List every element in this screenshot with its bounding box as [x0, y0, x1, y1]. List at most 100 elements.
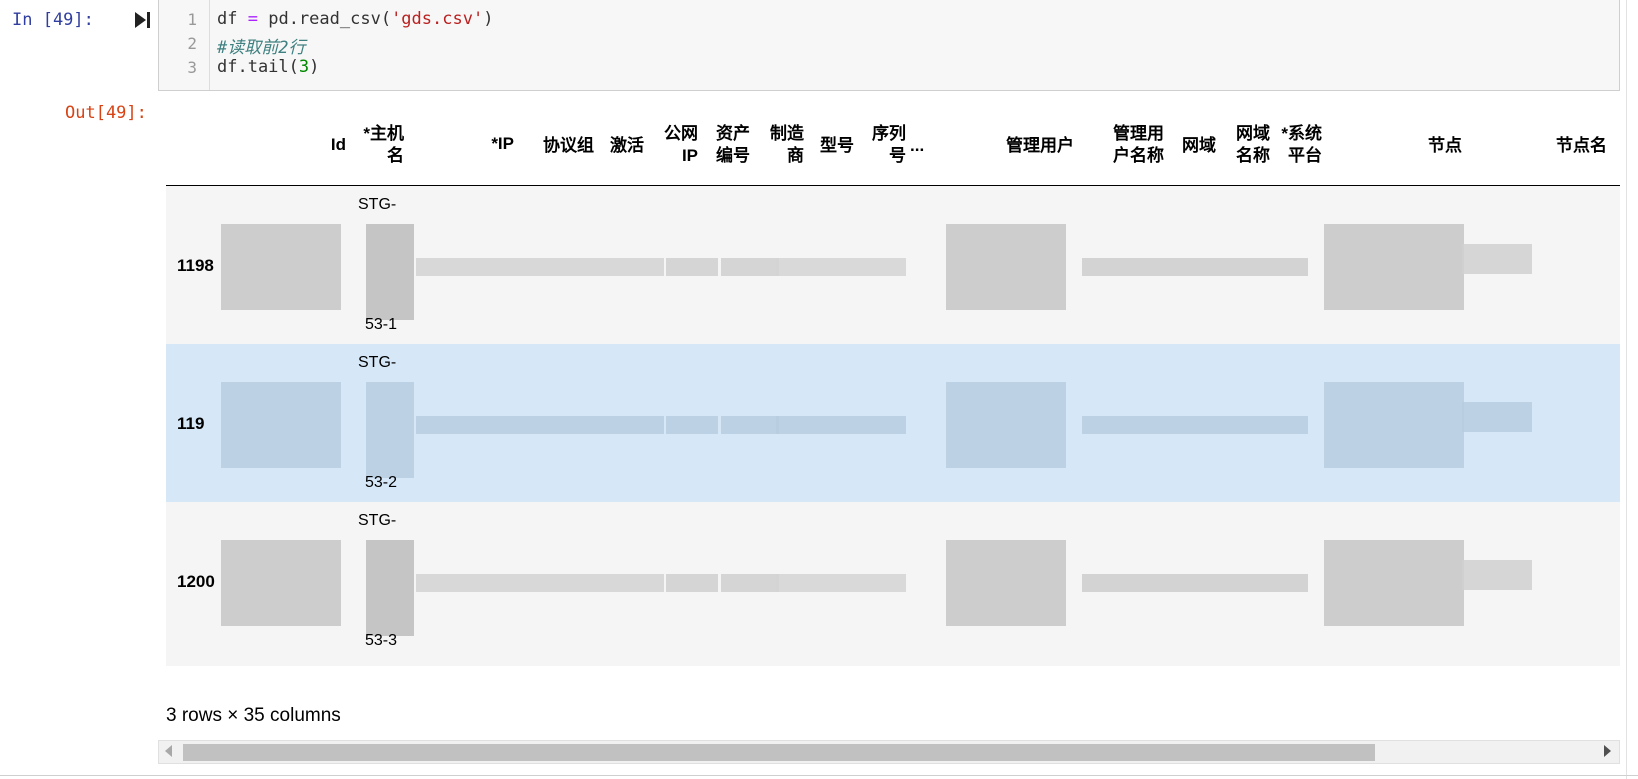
redacted-cell: [1082, 416, 1308, 434]
redacted-cell: [221, 540, 341, 626]
row-index: 1198: [177, 256, 214, 275]
column-header: *IP: [491, 134, 514, 153]
code-line-2[interactable]: #读取前2行: [217, 33, 305, 58]
header-line: 公网: [664, 124, 698, 143]
redacted-cell: [1462, 244, 1532, 274]
line-number-gutter: 1 2 3: [159, 0, 210, 90]
code-token: ): [483, 9, 494, 29]
hostname-cell-top: STG-: [358, 512, 397, 529]
redacted-cell: [946, 382, 1066, 468]
column-header: 序列号: [860, 123, 906, 167]
column-header: 激活: [610, 136, 644, 155]
line-number: 3: [187, 58, 197, 77]
hostname-cell-top: STG-: [358, 196, 397, 213]
hostname-cell-bottom: 53-2: [365, 474, 398, 491]
header-line: 序列: [872, 124, 906, 143]
redacted-cell: [776, 258, 906, 276]
hostname-cell-bottom: 53-1: [365, 316, 398, 333]
header-line: 平台: [1288, 146, 1322, 165]
column-header: 公网 IP: [654, 123, 698, 167]
table-header: Id *主机名 *IP 协议组 激活 公网 IP 资产 编号 制造商 型号 序列号 …: [166, 118, 1620, 186]
scrollbar-thumb[interactable]: [183, 744, 1375, 761]
header-line: 资产: [716, 124, 750, 143]
redacted-cell: [1082, 258, 1308, 276]
code-token: ): [309, 57, 320, 77]
column-header: 网域: [1182, 136, 1216, 155]
line-number: 1: [187, 10, 197, 29]
column-header: 节点: [1428, 136, 1462, 155]
table-row[interactable]: 1198 STG- 53-1: [166, 186, 1620, 350]
redacted-cell: [721, 574, 779, 592]
redacted-cell: [1324, 224, 1464, 310]
code-line-1[interactable]: df = pd.read_csv('gds.csv'): [217, 9, 493, 29]
header-line: 制造: [770, 124, 804, 143]
code-token: pd.read_csv(: [268, 9, 392, 29]
code-operator: =: [247, 9, 258, 29]
redacted-cell: [776, 416, 906, 434]
column-header-ellipsis: ...: [910, 136, 925, 155]
header-line: 管理用: [1113, 124, 1164, 143]
dataframe-shape-text: 3 rows × 35 columns: [166, 705, 341, 726]
cell-bottom-divider: [0, 775, 1638, 776]
header-line: 商: [787, 146, 804, 165]
run-cell-icon[interactable]: [133, 10, 151, 30]
column-header: 节点名: [1556, 136, 1607, 155]
vertical-scrollbar-edge[interactable]: [1626, 0, 1638, 779]
header-line: *系统: [1281, 124, 1322, 143]
redacted-cell: [221, 224, 341, 310]
redacted-cell: [1082, 574, 1308, 592]
code-token: df: [217, 9, 238, 29]
column-header: 管理用户: [1006, 136, 1074, 155]
redacted-cell: [416, 258, 664, 276]
header-line: 网域: [1236, 124, 1270, 143]
redacted-cell: [366, 540, 414, 636]
redacted-cell: [1462, 402, 1532, 432]
hostname-cell-bottom: 53-3: [365, 632, 398, 649]
header-line: 名称: [1236, 146, 1270, 165]
redacted-cell: [666, 258, 718, 276]
column-header: 网域 名称: [1224, 123, 1270, 167]
row-index: 119: [177, 414, 205, 433]
column-header: 制造商: [756, 123, 804, 167]
redacted-cell: [1324, 540, 1464, 626]
redacted-cell: [946, 224, 1066, 310]
redacted-cell: [1462, 560, 1532, 590]
scroll-left-arrow-icon[interactable]: [165, 745, 172, 757]
column-header: Id: [330, 135, 346, 154]
redacted-cell: [366, 382, 414, 478]
header-line: *主机: [363, 124, 404, 143]
horizontal-scrollbar[interactable]: [158, 740, 1620, 764]
header-line: 号: [889, 146, 906, 165]
row-index: 1200: [177, 572, 215, 591]
code-string: 'gds.csv': [391, 9, 484, 29]
code-number: 3: [298, 57, 310, 77]
redacted-cell: [721, 258, 779, 276]
header-line: 编号: [716, 146, 750, 165]
code-token: df.tail(: [217, 57, 299, 77]
redacted-cell: [776, 574, 906, 592]
header-line: IP: [681, 146, 698, 165]
column-header: 型号: [820, 136, 854, 155]
redacted-cell: [416, 416, 664, 434]
header-line: 户名称: [1113, 146, 1164, 165]
redacted-cell: [946, 540, 1066, 626]
redacted-cell: [416, 574, 664, 592]
redacted-cell: [221, 382, 341, 468]
column-header: 管理用 户名称: [1086, 123, 1164, 167]
code-line-3[interactable]: df.tail(3): [217, 57, 319, 77]
redacted-cell: [1324, 382, 1464, 468]
hostname-cell-top: STG-: [358, 354, 397, 371]
redacted-cell: [366, 224, 414, 320]
redacted-cell: [721, 416, 779, 434]
output-prompt: Out[49]:: [65, 103, 147, 123]
table-row[interactable]: 119 STG- 53-2: [166, 344, 1620, 508]
table-row[interactable]: 1200 STG- 53-3: [166, 502, 1620, 666]
column-header: *主机名: [358, 123, 404, 167]
input-prompt: In [49]:: [12, 10, 94, 30]
column-header: 协议组: [543, 136, 594, 155]
dataframe-output: Id *主机名 *IP 协议组 激活 公网 IP 资产 编号 制造商 型号 序列号 …: [166, 118, 1620, 680]
code-cell-editor[interactable]: 1 2 3 df = pd.read_csv('gds.csv') #读取前2行…: [158, 0, 1620, 91]
redacted-cell: [666, 416, 718, 434]
line-number: 2: [187, 34, 197, 53]
scroll-right-arrow-icon[interactable]: [1604, 745, 1611, 757]
